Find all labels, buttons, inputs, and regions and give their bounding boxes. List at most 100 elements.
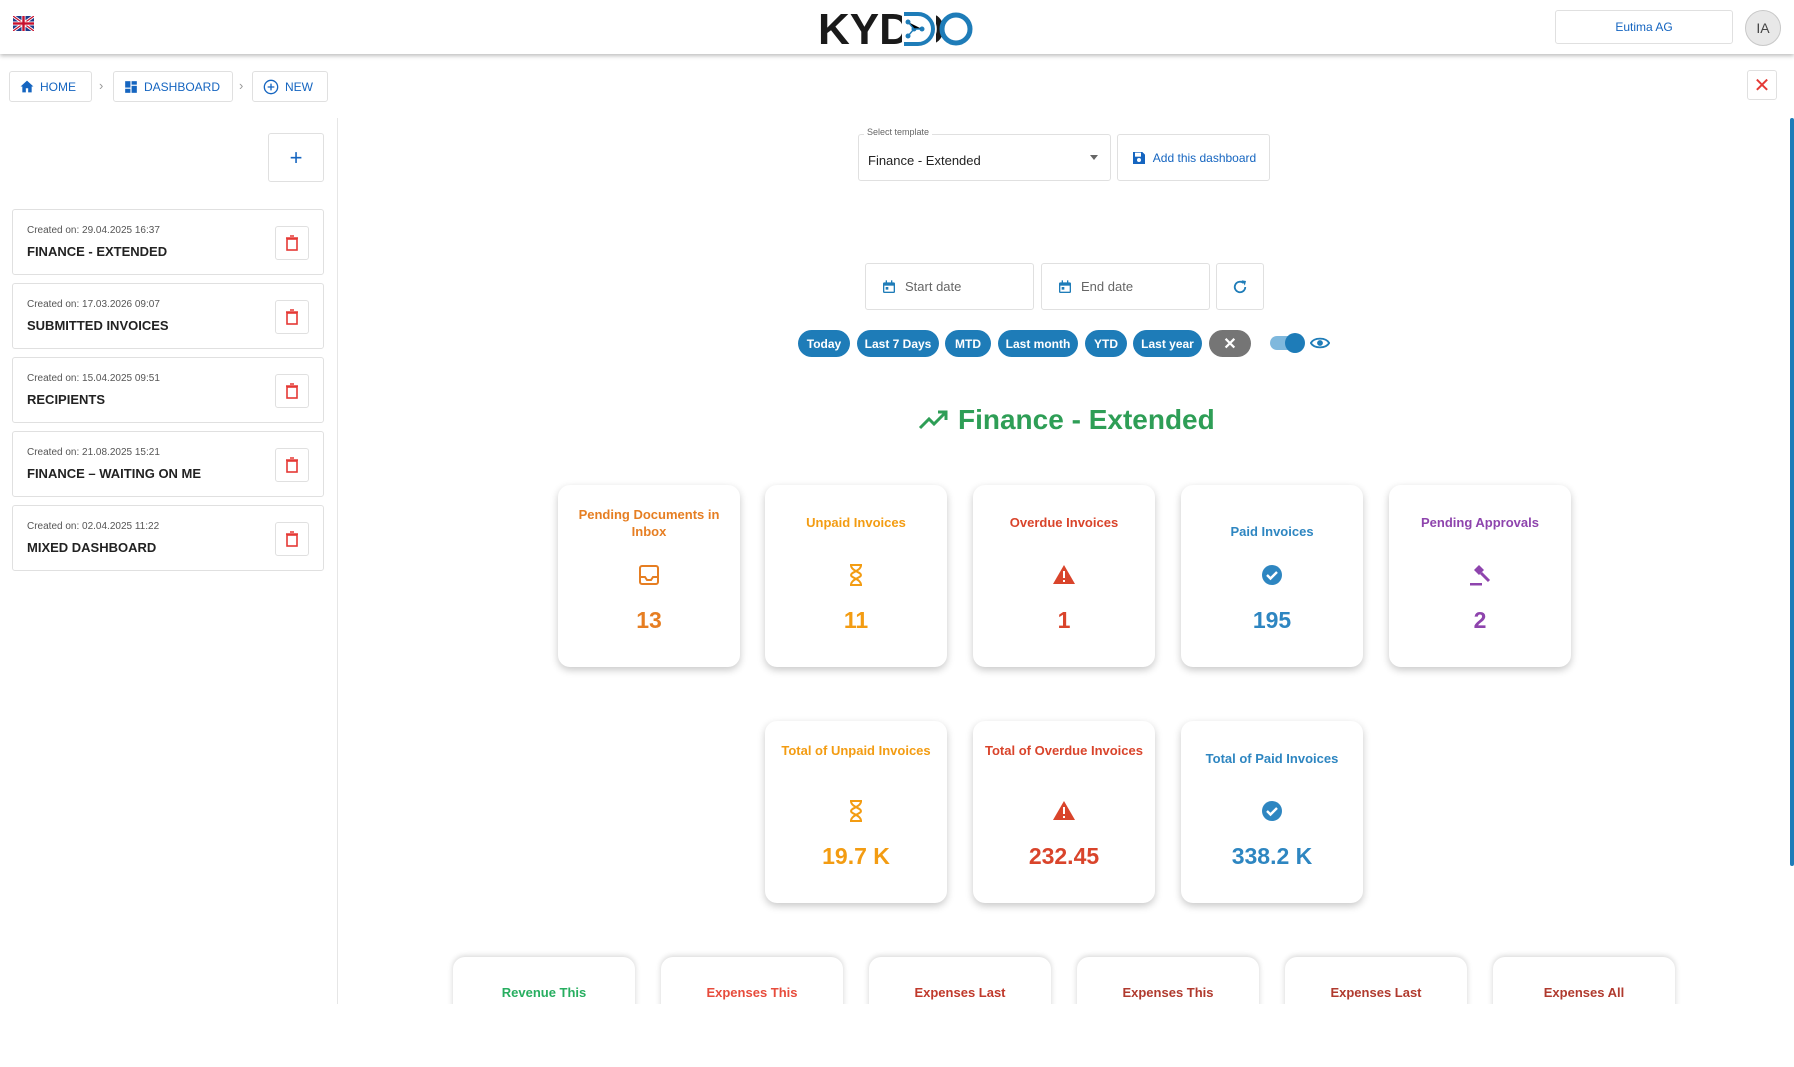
dashboard-title: Finance - Extended xyxy=(918,404,1215,436)
breadcrumb-new[interactable]: NEW xyxy=(252,71,328,102)
end-date-field[interactable]: End date xyxy=(1041,263,1210,310)
breadcrumb-new-label: NEW xyxy=(285,79,313,94)
uk-flag-icon[interactable] xyxy=(13,16,34,31)
dashboard-name: MIXED DASHBOARD xyxy=(27,540,157,555)
trending-up-icon xyxy=(918,410,948,430)
breadcrumb-home[interactable]: HOME xyxy=(9,71,92,102)
delete-dashboard-button[interactable] xyxy=(275,300,309,334)
dashboard-title-text: Finance - Extended xyxy=(958,404,1215,435)
toggle-knob[interactable] xyxy=(1285,333,1305,353)
template-select-value: Finance - Extended xyxy=(868,153,981,168)
kpi-title: Expenses All xyxy=(1543,985,1625,1000)
created-date: Created on: 17.03.2026 09:07 xyxy=(27,299,160,310)
kpi-value: 11 xyxy=(843,607,869,633)
created-date: Created on: 29.04.2025 16:37 xyxy=(27,225,160,236)
dashboard-list-item[interactable]: Created on: 21.08.2025 15:21 FINANCE – W… xyxy=(12,431,324,497)
kpi-title: Expenses Last xyxy=(1330,985,1422,1000)
chip-last-month[interactable]: Last month xyxy=(998,330,1078,357)
kpi-value: 338.2 K xyxy=(1231,843,1313,869)
dashboard-sidebar: + Created on: 29.04.2025 16:37 FINANCE -… xyxy=(0,118,338,1004)
kpi-value: 232.45 xyxy=(1028,843,1100,869)
vertical-scrollbar[interactable] xyxy=(1790,118,1794,866)
delete-dashboard-button[interactable] xyxy=(275,448,309,482)
warning-icon xyxy=(1053,565,1075,584)
start-date-field[interactable]: Start date xyxy=(865,263,1034,310)
kpi-value: 19.7 K xyxy=(822,843,890,869)
close-icon: ✕ xyxy=(1753,74,1771,97)
kpi-card-total-overdue[interactable]: Total of Overdue Invoices 232.45 xyxy=(973,721,1155,903)
template-select[interactable]: Select template Finance - Extended xyxy=(858,127,1111,181)
chip-today[interactable]: Today xyxy=(798,330,850,357)
eye-icon[interactable] xyxy=(1310,334,1330,352)
kpi-value: 2 xyxy=(1473,607,1487,633)
kpi-card-unpaid-invoices[interactable]: Unpaid Invoices 11 xyxy=(765,485,947,667)
trash-icon xyxy=(286,383,298,399)
kpi-title: Overdue Invoices xyxy=(1009,515,1119,530)
chip-ytd[interactable]: YTD xyxy=(1085,330,1127,357)
dashboard-name: FINANCE – WAITING ON ME xyxy=(27,466,202,481)
hourglass-icon xyxy=(849,564,863,586)
trash-icon xyxy=(286,235,298,251)
created-date: Created on: 15.04.2025 09:51 xyxy=(27,373,160,384)
kpi-card-overdue-invoices[interactable]: Overdue Invoices 1 xyxy=(973,485,1155,667)
kpi-card-total-unpaid[interactable]: Total of Unpaid Invoices 19.7 K xyxy=(765,721,947,903)
caret-down-icon xyxy=(1090,155,1098,160)
gavel-icon xyxy=(1470,565,1491,586)
kydo-logo[interactable]: KYDO xyxy=(818,6,973,50)
breadcrumb-dashboard[interactable]: DASHBOARD xyxy=(113,71,233,102)
check-circle-icon xyxy=(1262,565,1282,585)
kpi-title: Revenue This xyxy=(501,985,587,1000)
chevron-right-icon: › xyxy=(239,78,244,93)
kpi-value: 13 xyxy=(636,607,662,633)
kpi-title: Expenses Last xyxy=(914,985,1006,1000)
kpi-card-pending-approvals[interactable]: Pending Approvals 2 xyxy=(1389,485,1571,667)
dashboard-name: RECIPIENTS xyxy=(27,392,106,407)
delete-dashboard-button[interactable] xyxy=(275,374,309,408)
delete-dashboard-button[interactable] xyxy=(275,226,309,260)
chip-mtd[interactable]: MTD xyxy=(945,330,991,357)
kpi-value: 1 xyxy=(1057,607,1071,633)
kpi-card-paid-invoices[interactable]: Paid Invoices 195 xyxy=(1181,485,1363,667)
kpi-title: Pending Documents in Inbox xyxy=(578,507,720,539)
trash-icon xyxy=(286,457,298,473)
dashboard-list-item[interactable]: Created on: 17.03.2026 09:07 SUBMITTED I… xyxy=(12,283,324,349)
home-icon xyxy=(20,80,34,93)
dashboard-list-item[interactable]: Created on: 29.04.2025 16:37 FINANCE - E… xyxy=(12,209,324,275)
chip-last-year[interactable]: Last year xyxy=(1133,330,1202,357)
created-date: Created on: 21.08.2025 15:21 xyxy=(27,447,160,458)
add-this-dashboard-button[interactable]: Add this dashboard xyxy=(1117,134,1270,181)
dashboard-list-item[interactable]: Created on: 15.04.2025 09:51 RECIPIENTS xyxy=(12,357,324,423)
start-date-placeholder: Start date xyxy=(905,279,962,294)
delete-dashboard-button[interactable] xyxy=(275,522,309,556)
chevron-right-icon: › xyxy=(99,78,104,93)
add-dashboard-button[interactable]: + xyxy=(268,133,324,182)
inbox-icon xyxy=(639,565,659,585)
dashboard-name: SUBMITTED INVOICES xyxy=(27,318,169,333)
refresh-icon xyxy=(1233,279,1247,293)
kpi-title: Expenses This xyxy=(1122,985,1214,1000)
end-date-placeholder: End date xyxy=(1081,279,1134,294)
dashboard-list-item[interactable]: Created on: 02.04.2025 11:22 MIXED DASHB… xyxy=(12,505,324,571)
kpi-card-total-paid[interactable]: Total of Paid Invoices 338.2 K xyxy=(1181,721,1363,903)
add-circle-icon xyxy=(263,79,279,94)
plus-icon: + xyxy=(289,144,303,170)
warning-icon xyxy=(1053,801,1075,820)
chip-last-7-days[interactable]: Last 7 Days xyxy=(857,330,939,357)
dashboard-name: FINANCE - EXTENDED xyxy=(27,244,168,259)
user-avatar[interactable]: IA xyxy=(1745,10,1781,46)
company-selector[interactable]: Eutima AG xyxy=(1555,10,1733,44)
trash-icon xyxy=(286,309,298,325)
calendar-icon xyxy=(883,279,895,293)
dashboard-icon xyxy=(125,80,137,93)
kpi-title: Pending Approvals xyxy=(1421,515,1539,530)
refresh-button[interactable] xyxy=(1216,263,1264,310)
clear-filter-button[interactable]: ✕ xyxy=(1209,330,1251,357)
kpi-value: 195 xyxy=(1252,607,1292,633)
kpi-title: Total of Paid Invoices xyxy=(1205,751,1339,766)
kpi-card-pending-documents[interactable]: Pending Documents in Inbox 13 xyxy=(558,485,740,667)
close-button[interactable]: ✕ xyxy=(1747,70,1777,100)
check-circle-icon xyxy=(1262,801,1282,821)
save-icon xyxy=(1132,151,1145,164)
kpi-title: Paid Invoices xyxy=(1230,524,1314,539)
kpi-title: Total of Unpaid Invoices xyxy=(781,743,931,758)
